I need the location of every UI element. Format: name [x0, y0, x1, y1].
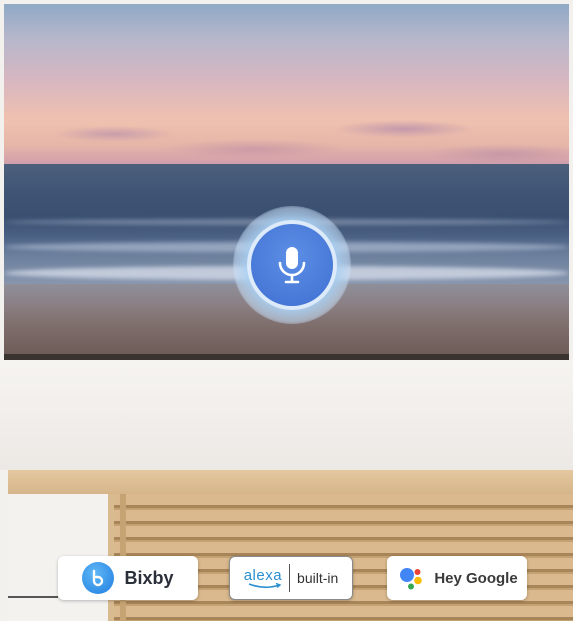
bixby-logo-icon — [82, 562, 115, 594]
voice-mic-button[interactable] — [251, 224, 333, 306]
microphone-icon — [278, 247, 306, 284]
google-label: Hey Google — [434, 569, 518, 587]
alexa-builtin-label: built-in — [297, 570, 339, 586]
alexa-wordmark: alexa — [244, 567, 282, 589]
bixby-badge: Bixby — [58, 556, 198, 600]
bixby-label: Bixby — [124, 567, 174, 588]
google-badge: Hey Google — [387, 556, 527, 600]
voice-assistant-promo: Bixby alexa built-in Hey Google — [0, 0, 573, 621]
google-assistant-icon — [400, 568, 423, 590]
wall — [0, 360, 573, 470]
alexa-smile-icon — [248, 583, 282, 589]
alexa-badge: alexa built-in — [229, 556, 353, 600]
cabinet-top — [8, 470, 573, 495]
